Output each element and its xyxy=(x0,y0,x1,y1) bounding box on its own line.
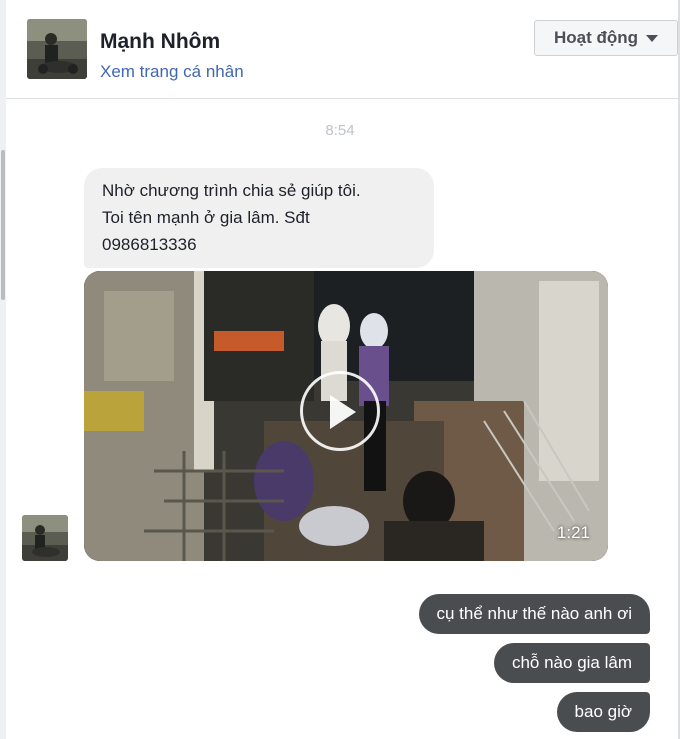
contact-name[interactable]: Mạnh Nhôm xyxy=(100,30,220,54)
message-line: Nhờ chương trình chia sẻ giúp tôi. xyxy=(102,181,361,200)
video-attachment[interactable]: 1:21 xyxy=(84,271,608,561)
message-line: 0986813336 xyxy=(102,235,197,254)
message-line: Toi tên mạnh ở gia lâm. Sđt xyxy=(102,208,310,227)
outgoing-message-bubble[interactable]: bao giờ xyxy=(556,692,650,732)
avatar[interactable] xyxy=(27,19,87,79)
play-icon xyxy=(330,395,356,429)
view-profile-link[interactable]: Xem trang cá nhân xyxy=(100,62,244,82)
conversation-header: Mạnh Nhôm Xem trang cá nhân Hoạt động xyxy=(6,0,678,99)
status-dropdown-button[interactable]: Hoạt động xyxy=(534,20,678,56)
caret-down-icon xyxy=(646,34,659,42)
play-button[interactable] xyxy=(300,371,380,451)
scrollbar-thumb[interactable] xyxy=(1,150,5,300)
scrollbar[interactable] xyxy=(0,0,6,739)
sender-avatar[interactable] xyxy=(22,515,68,561)
message-timestamp: 8:54 xyxy=(325,122,355,139)
outgoing-message-bubble[interactable]: cụ thể như thế nào anh ơi xyxy=(418,594,650,634)
outgoing-message-bubble[interactable]: chỗ nào gia lâm xyxy=(493,643,650,683)
status-label: Hoạt động xyxy=(553,28,639,47)
video-duration: 1:21 xyxy=(556,523,590,542)
incoming-message-bubble[interactable]: Nhờ chương trình chia sẻ giúp tôi. Toi t… xyxy=(84,168,434,268)
